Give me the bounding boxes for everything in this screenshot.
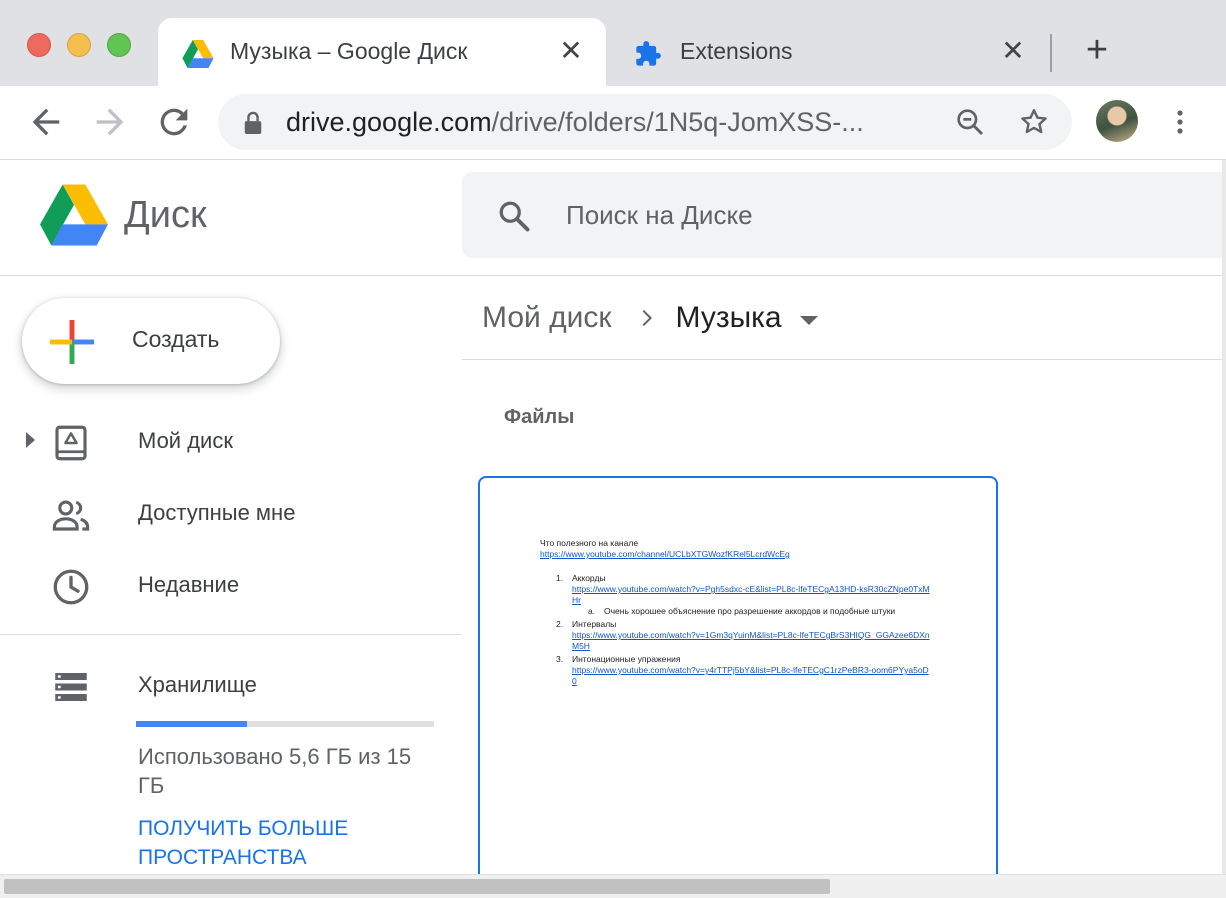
breadcrumb: Мой диск Музыка bbox=[482, 298, 818, 338]
search-placeholder: Поиск на Диске bbox=[566, 200, 753, 230]
reload-icon[interactable] bbox=[154, 102, 194, 142]
tab-separator bbox=[1050, 34, 1052, 72]
breadcrumb-current-folder[interactable]: Музыка bbox=[676, 301, 782, 335]
drive-header: Диск Поиск на Диске bbox=[0, 160, 1226, 276]
lock-icon bbox=[244, 111, 262, 134]
doc-sub-item: a. Очень хорошее объяснение про разрешен… bbox=[588, 606, 896, 616]
doc-intro: Что полезного на канале bbox=[540, 538, 639, 548]
clock-icon bbox=[53, 569, 89, 605]
doc-item-title: Интервалы bbox=[572, 619, 617, 629]
horizontal-scrollbar-thumb[interactable] bbox=[4, 879, 830, 894]
app-name[interactable]: Диск bbox=[124, 194, 207, 237]
doc-sub-item-text: Очень хорошее объяснение про разрешение … bbox=[604, 606, 896, 616]
puzzle-icon bbox=[636, 41, 661, 66]
doc-list-item: 1. Аккорды https://www.youtube.com/watch… bbox=[540, 573, 960, 606]
doc-item-link: https://www.youtube.com/watch?v=Pgh5sdxc… bbox=[572, 584, 930, 605]
storage-usage-fill bbox=[136, 721, 248, 727]
tab-title: Extensions bbox=[680, 38, 793, 64]
colorful-plus-icon bbox=[50, 320, 94, 364]
storage-usage-bar bbox=[136, 721, 434, 727]
doc-item-link: https://www.youtube.com/watch?v=y4rTTPj5… bbox=[572, 665, 929, 686]
chevron-right-icon bbox=[642, 310, 652, 326]
create-label: Создать bbox=[132, 326, 220, 352]
doc-item-title: Аккорды bbox=[572, 573, 606, 583]
browser-toolbar: drive.google.com/drive/folders/1N5q-JomX… bbox=[0, 86, 1226, 160]
url-host: drive.google.com bbox=[286, 107, 492, 137]
sidebar-item-recent[interactable]: Недавние bbox=[0, 556, 460, 616]
files-section-title: Файлы bbox=[504, 406, 575, 428]
tab-drive[interactable]: Музыка – Google Диск ✕ bbox=[158, 18, 606, 86]
zoom-window-button[interactable] bbox=[107, 33, 131, 57]
drive-search-box[interactable]: Поиск на Диске bbox=[462, 172, 1226, 258]
sidebar-item-label: Недавние bbox=[138, 572, 240, 597]
close-tab-icon[interactable]: ✕ bbox=[556, 36, 586, 66]
file-card[interactable]: Что полезного на канале https://www.yout… bbox=[478, 476, 998, 896]
google-drive-favicon-icon bbox=[182, 40, 214, 68]
profile-avatar[interactable] bbox=[1096, 100, 1138, 142]
forward-arrow-icon[interactable] bbox=[90, 102, 130, 142]
browser-menu-icon[interactable] bbox=[1166, 106, 1194, 138]
doc-list-item: 2. Интервалы https://www.youtube.com/wat… bbox=[540, 619, 960, 652]
new-tab-button[interactable]: + bbox=[1080, 30, 1114, 74]
search-icon[interactable] bbox=[496, 198, 532, 234]
my-drive-icon bbox=[55, 425, 87, 461]
get-more-storage-link[interactable]: ПОЛУЧИТЬ БОЛЬШЕ ПРОСТРАНСТВА bbox=[138, 814, 438, 872]
horizontal-scrollbar[interactable] bbox=[0, 874, 1226, 898]
url-path: /drive/folders/1N5q-JomXSS-... bbox=[491, 107, 864, 137]
shared-people-icon bbox=[52, 500, 90, 531]
tab-extensions[interactable]: Extensions ✕ bbox=[608, 18, 1048, 86]
sidebar-item-label: Доступные мне bbox=[138, 500, 296, 525]
minimize-window-button[interactable] bbox=[67, 33, 91, 57]
zoom-out-icon[interactable] bbox=[954, 106, 986, 138]
tab-title: Музыка – Google Диск bbox=[230, 38, 468, 64]
url-text: drive.google.com/drive/folders/1N5q-JomX… bbox=[286, 107, 954, 138]
browser-window: Музыка – Google Диск ✕ Extensions ✕ + dr… bbox=[0, 0, 1226, 898]
bookmark-star-icon[interactable] bbox=[1018, 106, 1050, 138]
address-bar[interactable]: drive.google.com/drive/folders/1N5q-JomX… bbox=[218, 94, 1072, 150]
close-tab-icon[interactable]: ✕ bbox=[998, 36, 1028, 66]
storage-icon bbox=[55, 673, 87, 701]
doc-intro-link: https://www.youtube.com/channel/UCLbXTGW… bbox=[540, 549, 790, 559]
sidebar-item-storage[interactable]: Хранилище bbox=[0, 656, 460, 716]
breadcrumb-my-drive[interactable]: Мой диск bbox=[482, 301, 612, 335]
main-divider bbox=[462, 359, 1226, 360]
google-drive-logo-icon[interactable] bbox=[40, 184, 108, 246]
doc-list-item: 3. Интонационные упражения https://www.y… bbox=[540, 654, 960, 687]
sidebar-item-shared[interactable]: Доступные мне bbox=[0, 484, 460, 544]
vertical-edge bbox=[1222, 160, 1226, 874]
sidebar-item-my-drive[interactable]: Мой диск bbox=[0, 412, 460, 472]
storage-usage-text: Использовано 5,6 ГБ из 15 ГБ bbox=[138, 744, 412, 798]
sidebar-item-label: Мой диск bbox=[138, 428, 233, 453]
storage-label: Хранилище bbox=[138, 672, 257, 697]
doc-item-link: https://www.youtube.com/watch?v=1Gm3qYui… bbox=[572, 630, 930, 651]
folder-menu-dropdown-icon[interactable] bbox=[799, 315, 818, 325]
doc-item-title: Интонационные упражения bbox=[572, 654, 681, 664]
expand-caret-icon[interactable] bbox=[26, 432, 35, 448]
tab-strip: Музыка – Google Диск ✕ Extensions ✕ + bbox=[0, 0, 1226, 86]
document-preview: Что полезного на канале https://www.yout… bbox=[540, 538, 960, 687]
back-arrow-icon[interactable] bbox=[26, 102, 66, 142]
sidebar-divider bbox=[0, 634, 462, 635]
create-button[interactable]: Создать bbox=[22, 298, 280, 384]
close-window-button[interactable] bbox=[27, 33, 51, 57]
